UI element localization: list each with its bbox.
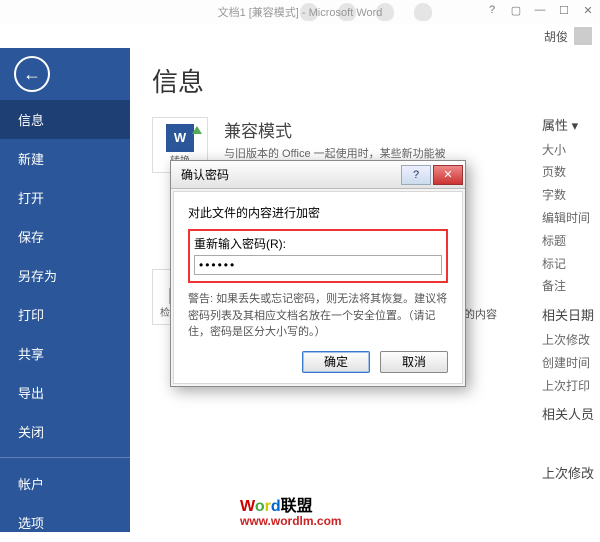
- nav-export[interactable]: 导出: [0, 373, 130, 412]
- title-bar: 文档1 [兼容模式] - Microsoft Word ? ▢ — ☐ ✕: [0, 0, 600, 24]
- avatar[interactable]: [574, 27, 592, 45]
- nav-account[interactable]: 帐户: [0, 464, 130, 503]
- restore-button[interactable]: ▢: [504, 0, 528, 20]
- help-button[interactable]: ?: [480, 0, 504, 20]
- dialog-close-button[interactable]: ✕: [433, 165, 463, 185]
- password-group: 重新输入密码(R):: [188, 229, 448, 283]
- user-name[interactable]: 胡俊: [544, 28, 568, 45]
- nav-open[interactable]: 打开: [0, 178, 130, 217]
- nav-options[interactable]: 选项: [0, 503, 130, 542]
- confirm-password-dialog: 确认密码 ? ✕ 对此文件的内容进行加密 重新输入密码(R): 警告: 如果丢失…: [170, 160, 466, 387]
- nav-print[interactable]: 打印: [0, 295, 130, 334]
- word-doc-icon: W: [166, 124, 194, 152]
- encrypt-label: 对此文件的内容进行加密: [188, 204, 448, 221]
- nav-new[interactable]: 新建: [0, 139, 130, 178]
- close-window-button[interactable]: ✕: [576, 0, 600, 20]
- warning-text: 警告: 如果丢失或忘记密码，则无法将其恢复。建议将密码列表及其相应文档名放在一个…: [188, 291, 448, 341]
- compat-title: 兼容模式: [224, 117, 454, 142]
- dialog-title: 确认密码: [181, 166, 229, 183]
- backstage-sidebar: ← 信息 新建 打开 保存 另存为 打印 共享 导出 关闭 帐户 选项: [0, 48, 130, 532]
- cancel-button[interactable]: 取消: [380, 351, 448, 373]
- dialog-help-button[interactable]: ?: [401, 165, 431, 185]
- minimize-button[interactable]: —: [528, 0, 552, 20]
- nav-close[interactable]: 关闭: [0, 412, 130, 451]
- password-input[interactable]: [194, 255, 442, 275]
- properties-column: 属性 ▾ 大小 页数 字数 编辑时间 标题 标记 备注 相关日期 上次修改 创建…: [542, 108, 600, 487]
- nav-info[interactable]: 信息: [0, 100, 130, 139]
- maximize-button[interactable]: ☐: [552, 0, 576, 20]
- watermark: Word联盟 www.wordlm.com: [240, 492, 342, 528]
- nav-share[interactable]: 共享: [0, 334, 130, 373]
- ok-button[interactable]: 确定: [302, 351, 370, 373]
- nav-saveas[interactable]: 另存为: [0, 256, 130, 295]
- page-title: 信息: [152, 62, 600, 99]
- props-head[interactable]: 属性 ▾: [542, 114, 600, 139]
- nav-save[interactable]: 保存: [0, 217, 130, 256]
- reenter-label: 重新输入密码(R):: [194, 235, 442, 252]
- user-bar: 胡俊: [0, 24, 600, 48]
- back-button[interactable]: ←: [14, 56, 50, 92]
- dialog-titlebar[interactable]: 确认密码 ? ✕: [171, 161, 465, 189]
